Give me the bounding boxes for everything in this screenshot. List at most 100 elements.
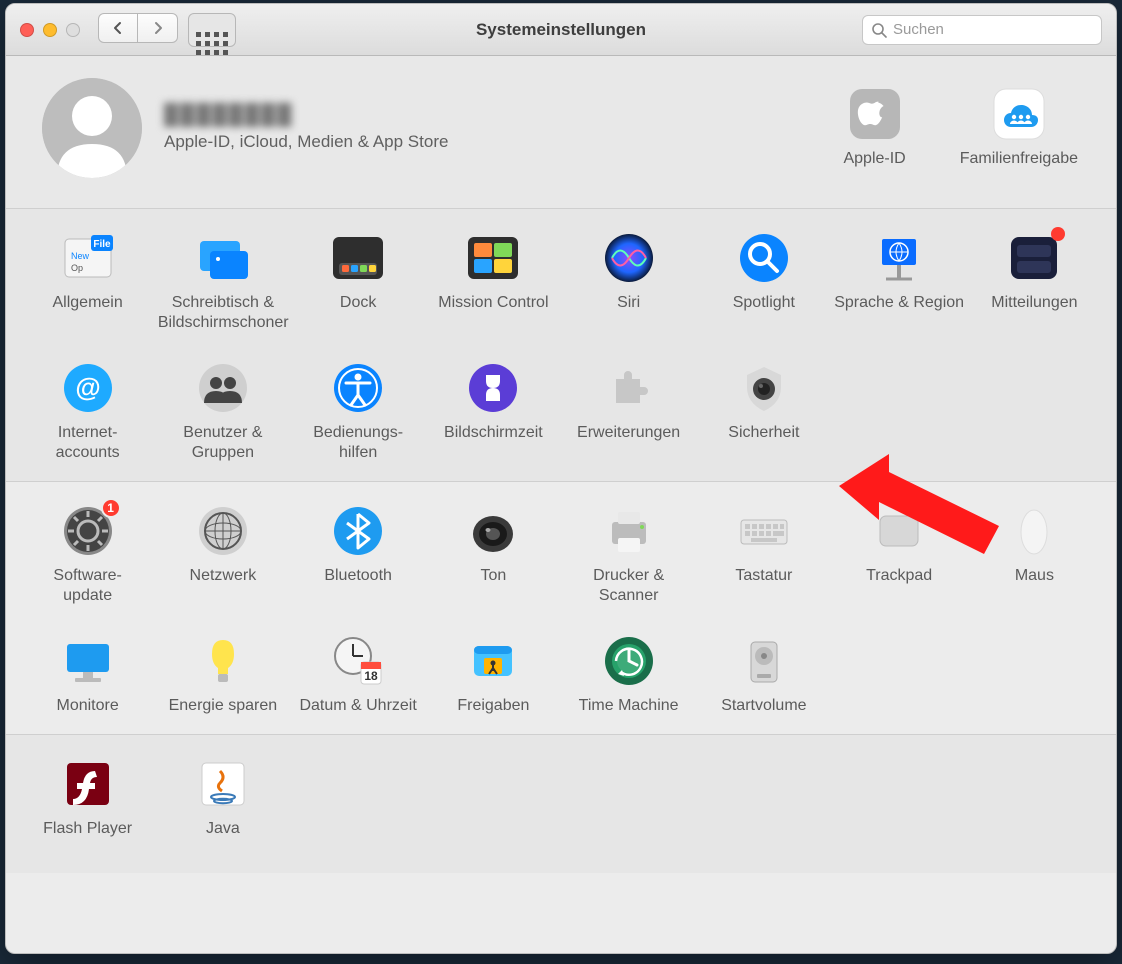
pref-dock[interactable]: Dock bbox=[291, 227, 426, 337]
software-update-icon: 1 bbox=[61, 504, 115, 558]
search-input[interactable] bbox=[893, 21, 1093, 38]
pref-label: Siri bbox=[617, 293, 640, 313]
pref-accessibility[interactable]: Bedienungs- hilfen bbox=[291, 357, 426, 467]
pref-label: Spotlight bbox=[733, 293, 795, 313]
pref-label: Drucker & Scanner bbox=[564, 566, 694, 606]
pref-label: Mitteilungen bbox=[991, 293, 1077, 313]
desktop-icon bbox=[196, 231, 250, 285]
pref-label: Familienfreigabe bbox=[960, 149, 1078, 169]
pref-displays[interactable]: Monitore bbox=[20, 630, 155, 720]
pref-general[interactable]: FileNewOp Allgemein bbox=[20, 227, 155, 337]
extensions-icon bbox=[602, 361, 656, 415]
bluetooth-icon bbox=[331, 504, 385, 558]
pref-label: Bildschirmzeit bbox=[444, 423, 543, 443]
pref-energy-saver[interactable]: Energie sparen bbox=[155, 630, 290, 720]
startup-disk-icon bbox=[737, 634, 791, 688]
pref-security[interactable]: Sicherheit bbox=[696, 357, 831, 467]
pref-trackpad[interactable]: Trackpad bbox=[832, 500, 967, 610]
pref-java[interactable]: Java bbox=[155, 753, 290, 843]
accessibility-icon bbox=[331, 361, 385, 415]
energy-icon bbox=[196, 634, 250, 688]
printers-icon bbox=[602, 504, 656, 558]
pref-network[interactable]: Netzwerk bbox=[155, 500, 290, 610]
pref-language-region[interactable]: Sprache & Region bbox=[832, 227, 967, 337]
zoom-button[interactable] bbox=[66, 23, 80, 37]
screentime-icon bbox=[466, 361, 520, 415]
mouse-icon bbox=[1007, 504, 1061, 558]
java-icon bbox=[196, 757, 250, 811]
pref-time-machine[interactable]: Time Machine bbox=[561, 630, 696, 720]
trackpad-icon bbox=[872, 504, 926, 558]
pref-sound[interactable]: Ton bbox=[426, 500, 561, 610]
update-badge: 1 bbox=[101, 498, 121, 518]
forward-button[interactable] bbox=[138, 13, 178, 43]
flash-icon bbox=[61, 757, 115, 811]
pref-label: Tastatur bbox=[735, 566, 792, 586]
security-icon bbox=[737, 361, 791, 415]
pref-startup-disk[interactable]: Startvolume bbox=[696, 630, 831, 720]
account-subtitle: Apple-ID, iCloud, Medien & App Store bbox=[164, 132, 448, 152]
pref-apple-id[interactable]: Apple-ID bbox=[841, 83, 907, 173]
pref-printers[interactable]: Drucker & Scanner bbox=[561, 500, 696, 610]
siri-icon bbox=[602, 231, 656, 285]
pref-date-time[interactable]: 18 Datum & Uhrzeit bbox=[291, 630, 426, 720]
pref-label: Erweiterungen bbox=[577, 423, 680, 443]
pref-notifications[interactable]: Mitteilungen bbox=[967, 227, 1102, 337]
pref-sharing[interactable]: Freigaben bbox=[426, 630, 561, 720]
pref-mission-control[interactable]: Mission Control bbox=[426, 227, 561, 337]
pref-label: Apple-ID bbox=[843, 149, 905, 169]
pref-keyboard[interactable]: Tastatur bbox=[696, 500, 831, 610]
pref-software-update[interactable]: 1 Software- update bbox=[20, 500, 155, 610]
time-machine-icon bbox=[602, 634, 656, 688]
users-icon bbox=[196, 361, 250, 415]
pref-extensions[interactable]: Erweiterungen bbox=[561, 357, 696, 467]
pref-label: Bluetooth bbox=[324, 566, 392, 586]
minimize-button[interactable] bbox=[43, 23, 57, 37]
pref-label: Flash Player bbox=[43, 819, 132, 839]
pref-siri[interactable]: Siri bbox=[561, 227, 696, 337]
close-button[interactable] bbox=[20, 23, 34, 37]
prefs-row-1: FileNewOp Allgemein Schreibtisch & Bilds… bbox=[6, 209, 1116, 482]
pref-label: Time Machine bbox=[579, 696, 679, 716]
pref-label: Maus bbox=[1015, 566, 1054, 586]
pref-label: Sprache & Region bbox=[834, 293, 964, 313]
pref-label: Datum & Uhrzeit bbox=[299, 696, 416, 716]
family-icon bbox=[992, 87, 1046, 141]
system-preferences-window: Systemeinstellungen ████████ Apple-ID, i… bbox=[5, 3, 1117, 954]
pref-label: Benutzer & Gruppen bbox=[158, 423, 288, 463]
pref-label: Monitore bbox=[57, 696, 119, 716]
pref-family-sharing[interactable]: Familienfreigabe bbox=[958, 83, 1080, 173]
pref-label: Sicherheit bbox=[728, 423, 799, 443]
titlebar: Systemeinstellungen bbox=[6, 4, 1116, 56]
pref-internet-accounts[interactable]: @ Internet- accounts bbox=[20, 357, 155, 467]
svg-text:@: @ bbox=[75, 372, 100, 402]
svg-text:New: New bbox=[71, 251, 90, 261]
nav-buttons bbox=[98, 13, 236, 47]
sharing-icon bbox=[466, 634, 520, 688]
pref-spotlight[interactable]: Spotlight bbox=[696, 227, 831, 337]
back-button[interactable] bbox=[98, 13, 138, 43]
pref-users-groups[interactable]: Benutzer & Gruppen bbox=[155, 357, 290, 467]
account-text[interactable]: ████████ Apple-ID, iCloud, Medien & App … bbox=[164, 104, 448, 152]
pref-flash-player[interactable]: Flash Player bbox=[20, 753, 155, 843]
pref-label: Energie sparen bbox=[169, 696, 278, 716]
pref-label: Startvolume bbox=[721, 696, 806, 716]
prefs-row-5: Flash Player Java bbox=[6, 735, 1116, 873]
svg-text:File: File bbox=[93, 239, 111, 250]
account-avatar[interactable] bbox=[42, 78, 164, 178]
pref-mouse[interactable]: Maus bbox=[967, 500, 1102, 610]
calendar-day: 18 bbox=[364, 669, 378, 683]
pref-screentime[interactable]: Bildschirmzeit bbox=[426, 357, 561, 467]
account-name-redacted: ████████ bbox=[164, 104, 448, 126]
pref-bluetooth[interactable]: Bluetooth bbox=[291, 500, 426, 610]
svg-text:Op: Op bbox=[71, 263, 83, 273]
pref-label: Software- update bbox=[53, 566, 121, 606]
pref-desktop[interactable]: Schreibtisch & Bildschirmschoner bbox=[155, 227, 290, 337]
search-icon bbox=[871, 22, 887, 38]
prefs-row-3: 1 Software- update Netzwerk Bluetooth To… bbox=[6, 482, 1116, 735]
search-field[interactable] bbox=[862, 15, 1102, 45]
show-all-button[interactable] bbox=[188, 13, 236, 47]
dock-icon bbox=[331, 231, 385, 285]
pref-label: Bedienungs- hilfen bbox=[313, 423, 403, 463]
spotlight-icon bbox=[737, 231, 791, 285]
